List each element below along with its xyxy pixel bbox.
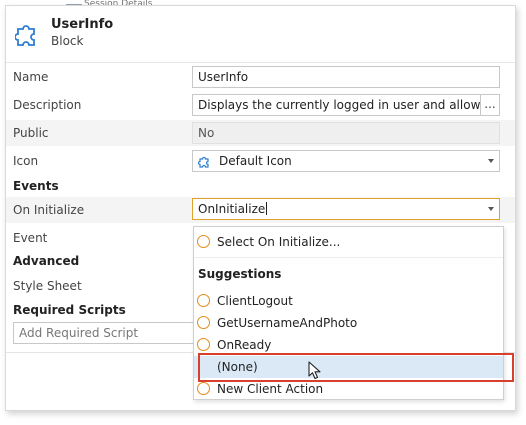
chevron-down-icon — [488, 159, 494, 163]
on-initialize-value: OnInitialize — [198, 202, 266, 216]
block-type: Block — [51, 34, 84, 48]
dropdown-separator — [194, 257, 503, 258]
option-label: ClientLogout — [217, 294, 293, 308]
advanced-section-title: Advanced — [13, 254, 80, 268]
option-label: GetUsernameAndPhoto — [217, 316, 358, 330]
text-cursor — [266, 202, 268, 215]
description-value: Displays the currently logged in user an… — [198, 98, 500, 112]
event-label: Event — [13, 231, 48, 245]
public-label: Public — [13, 126, 49, 140]
events-section-title: Events — [13, 179, 59, 193]
name-value: UserInfo — [198, 70, 249, 84]
option-label: Select On Initialize... — [217, 235, 341, 249]
public-value-text: No — [198, 126, 215, 140]
action-circle-icon — [197, 382, 210, 395]
properties-panel: UserInfo Block Name UserInfo Description… — [5, 5, 516, 411]
panel-header: UserInfo Block — [6, 6, 515, 63]
action-circle-icon — [197, 316, 210, 329]
description-input[interactable]: Displays the currently logged in user an… — [192, 94, 500, 116]
style-sheet-label: Style Sheet — [13, 279, 82, 293]
block-title: UserInfo — [51, 17, 114, 32]
select-on-initialize-option[interactable]: Select On Initialize... — [194, 231, 503, 253]
action-circle-icon — [197, 294, 210, 307]
action-circle-icon — [197, 235, 210, 248]
action-circle-icon — [197, 338, 210, 351]
description-label: Description — [13, 98, 82, 112]
on-initialize-input[interactable]: OnInitialize — [192, 198, 500, 220]
option-label: New Client Action — [217, 382, 324, 396]
on-initialize-label: On Initialize — [13, 203, 85, 217]
public-value: No — [192, 122, 500, 144]
mouse-pointer-icon — [308, 361, 321, 380]
option-get-username-and-photo[interactable]: GetUsernameAndPhoto — [194, 312, 503, 334]
suggestions-heading: Suggestions — [198, 267, 282, 281]
default-block-icon — [198, 156, 209, 168]
name-input[interactable]: UserInfo — [192, 66, 500, 88]
icon-label: Icon — [13, 154, 39, 168]
add-required-script-placeholder: Add Required Script — [19, 326, 139, 340]
add-required-script-input[interactable]: Add Required Script — [13, 322, 201, 344]
block-puzzle-icon — [15, 25, 35, 46]
name-label: Name — [13, 70, 49, 84]
option-label: OnReady — [217, 338, 272, 352]
icon-select[interactable]: Default Icon — [192, 150, 500, 172]
icon-value: Default Icon — [219, 154, 292, 168]
required-scripts-section-title: Required Scripts — [13, 303, 126, 317]
description-expand-button[interactable]: ... — [480, 95, 499, 115]
chevron-down-icon — [488, 207, 494, 211]
option-client-logout[interactable]: ClientLogout — [194, 290, 503, 312]
highlight-box — [198, 353, 514, 382]
